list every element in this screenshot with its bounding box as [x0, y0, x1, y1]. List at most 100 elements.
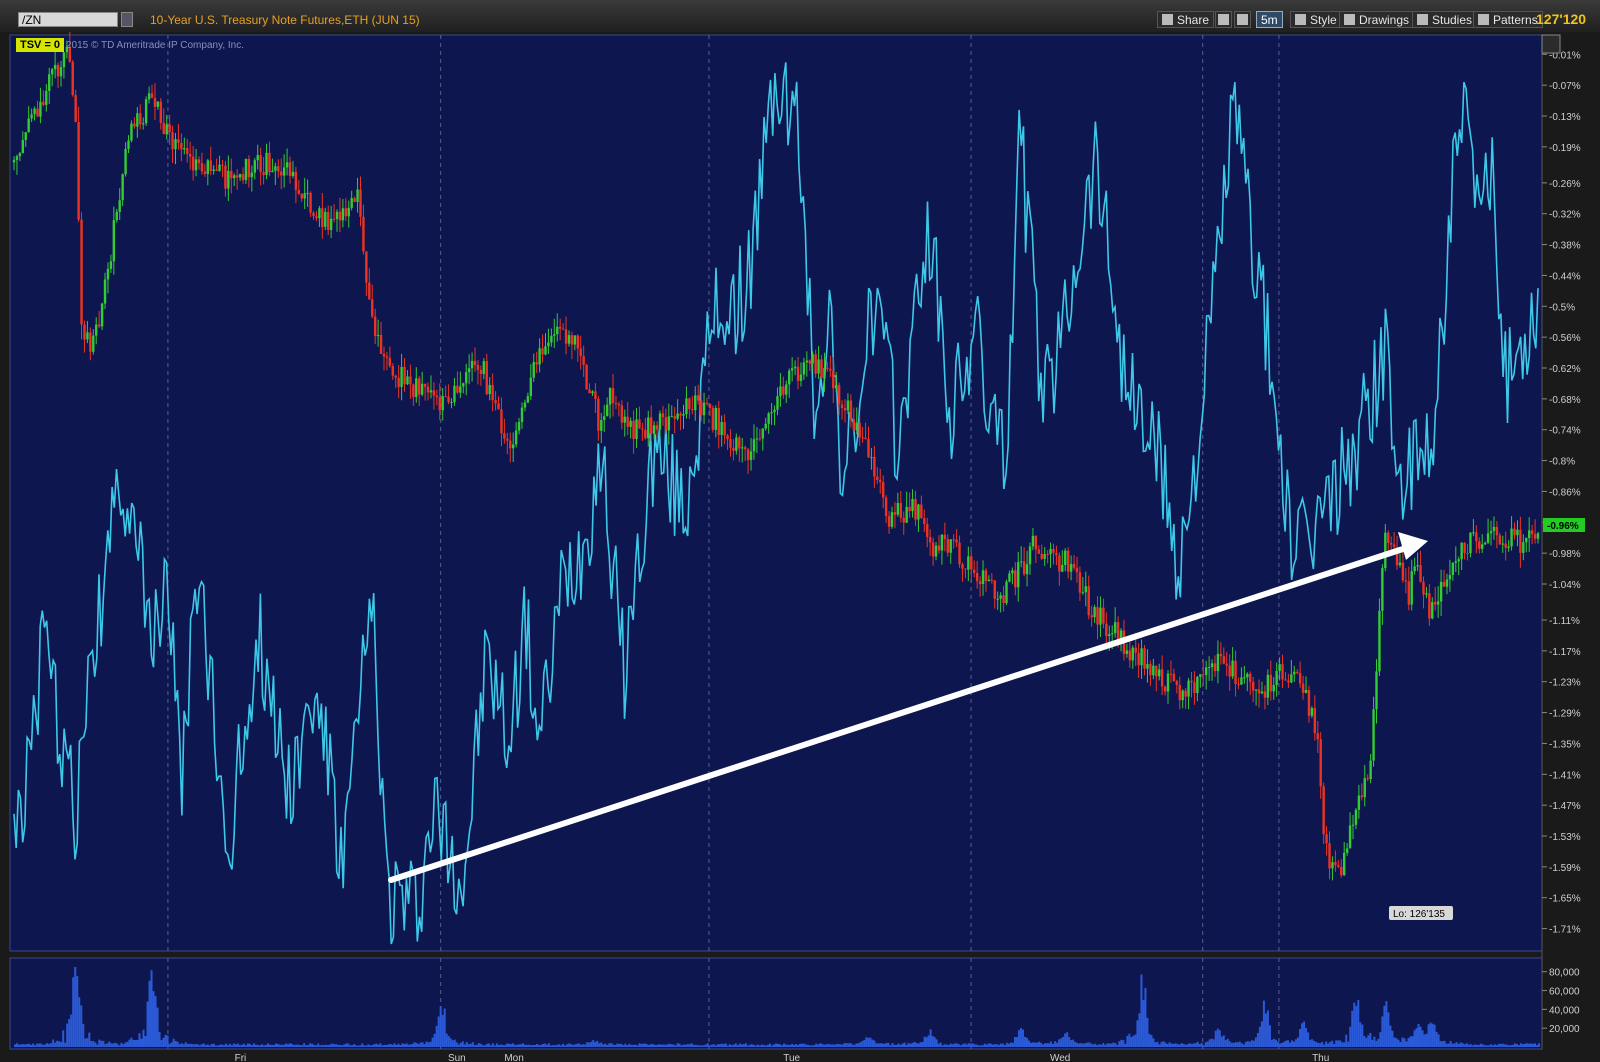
volume-bar: [1399, 1042, 1402, 1047]
volume-bar: [28, 1043, 31, 1047]
style-button[interactable]: Style: [1290, 11, 1342, 28]
volume-bar: [660, 1044, 663, 1047]
volume-bar: [252, 1043, 255, 1047]
volume-bar: [503, 1045, 506, 1047]
price-chart[interactable]: -0.01%-0.07%-0.13%-0.19%-0.26%-0.32%-0.3…: [0, 32, 1600, 1062]
volume-bar: [1164, 1042, 1167, 1047]
share-button[interactable]: Share: [1157, 11, 1215, 28]
volume-bar: [118, 1045, 121, 1047]
candle-body: [764, 423, 767, 429]
volume-bar: [1375, 1040, 1378, 1047]
candle-body: [1290, 674, 1293, 683]
volume-bar: [1353, 1002, 1356, 1047]
candle-body: [1113, 622, 1117, 634]
drawings-button[interactable]: Drawings: [1339, 11, 1415, 28]
studies-button[interactable]: Studies: [1412, 11, 1478, 28]
candle-body: [1081, 592, 1085, 594]
candle-body: [362, 216, 365, 252]
candle-body: [708, 403, 712, 408]
candle-body: [870, 456, 873, 458]
candle-body: [981, 570, 985, 585]
volume-tick-label: 20,000: [1549, 1024, 1580, 1035]
timeframe-button[interactable]: 5m: [1256, 11, 1283, 28]
expand-button[interactable]: [1541, 34, 1561, 54]
volume-bar: [34, 1045, 37, 1047]
candle-body: [1146, 664, 1149, 669]
crosshair-tool-button[interactable]: [1215, 11, 1232, 28]
candle-body: [447, 396, 450, 403]
volume-bar: [230, 1045, 233, 1047]
candle-body: [761, 428, 764, 439]
candle-body: [1483, 542, 1487, 545]
y-tick-label: -1.11%: [1549, 616, 1580, 627]
candle-body: [435, 395, 439, 398]
volume-bar: [845, 1043, 848, 1047]
volume-bar: [435, 1025, 438, 1047]
volume-bar: [674, 1045, 677, 1047]
candle-body: [485, 361, 488, 395]
candle-body: [832, 370, 835, 389]
volume-bar: [1295, 1039, 1298, 1047]
candle-body: [1043, 554, 1046, 559]
candle-body: [1298, 673, 1302, 684]
volume-bar: [1072, 1039, 1075, 1047]
settings-tool-button[interactable]: [1234, 11, 1251, 28]
candle-body: [265, 152, 268, 175]
volume-bar: [90, 1040, 93, 1047]
candle-body: [1372, 709, 1375, 761]
symbol-input[interactable]: /ZN: [18, 12, 118, 27]
volume-bar: [975, 1044, 978, 1047]
candle-body: [1017, 562, 1020, 588]
volume-bar: [164, 1034, 167, 1047]
volume-bar: [1144, 987, 1147, 1047]
patterns-button[interactable]: Patterns: [1473, 11, 1543, 28]
volume-bar: [423, 1044, 426, 1047]
candle-body: [1419, 565, 1422, 582]
volume-bar: [1032, 1042, 1035, 1047]
candle-body: [1425, 593, 1428, 595]
candle-body: [1448, 575, 1452, 580]
volume-bar: [1417, 1024, 1420, 1047]
volume-bar: [152, 991, 155, 1047]
candle-body: [1237, 684, 1240, 686]
candle-body: [488, 384, 491, 395]
volume-bar: [1337, 1040, 1340, 1047]
candle-body: [846, 400, 850, 411]
candle-body: [1272, 685, 1275, 692]
volume-bar: [873, 1040, 876, 1047]
volume-bar: [590, 1041, 593, 1047]
volume-bar: [365, 1045, 368, 1047]
volume-bar: [734, 1043, 737, 1047]
volume-bar: [397, 1043, 400, 1047]
y-tick-label: -1.65%: [1549, 894, 1581, 905]
candle-body: [858, 422, 861, 438]
volume-bar: [1421, 1030, 1424, 1047]
candle-body: [788, 370, 791, 385]
candle-body: [174, 139, 177, 150]
candle-body: [347, 207, 350, 217]
volume-bar: [787, 1044, 790, 1047]
candle-body: [1046, 554, 1049, 556]
candle-body: [1331, 862, 1334, 869]
volume-bar: [176, 1041, 179, 1047]
candle-body: [834, 385, 838, 389]
volume-bar: [885, 1042, 888, 1047]
study-label[interactable]: TSV = 0: [16, 38, 65, 52]
volume-bar: [895, 1044, 898, 1047]
volume-bar: [803, 1043, 806, 1047]
volume-bar: [475, 1044, 478, 1047]
candle-body: [144, 99, 148, 124]
volume-bar: [86, 1038, 89, 1047]
volume-bar: [622, 1045, 625, 1047]
candle-body: [150, 93, 154, 98]
volume-bar: [403, 1044, 406, 1047]
symbol-dropdown-button[interactable]: [121, 12, 133, 27]
candle-body: [973, 569, 976, 573]
candle-body: [171, 132, 174, 150]
candle-body: [1240, 677, 1243, 685]
volume-bar: [706, 1043, 709, 1047]
candle-body: [1125, 650, 1129, 654]
volume-bar: [1224, 1040, 1227, 1047]
candle-body: [544, 346, 547, 355]
volume-bar: [1232, 1042, 1235, 1047]
